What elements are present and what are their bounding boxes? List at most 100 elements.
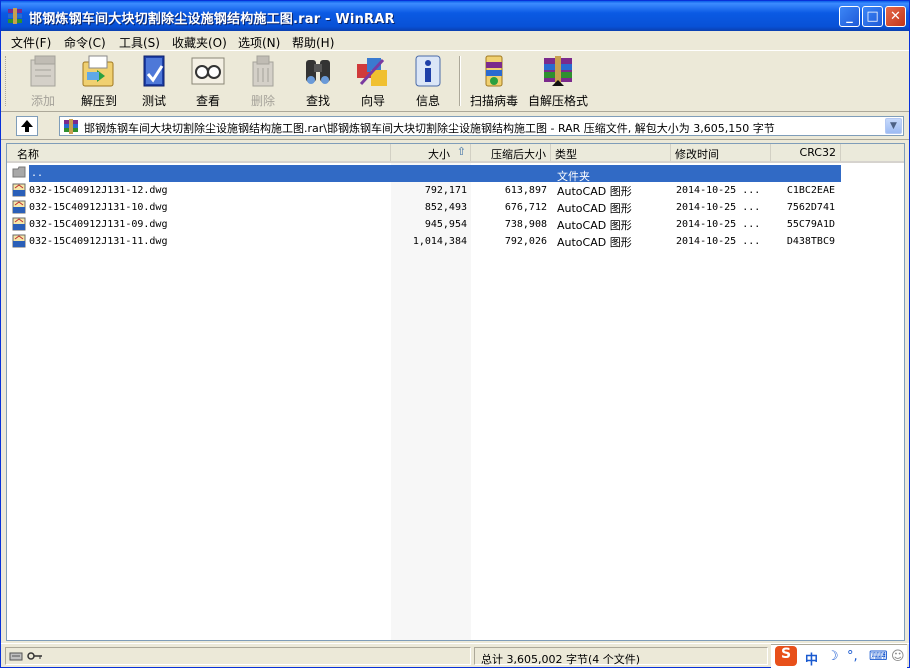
rar-archive-icon — [64, 119, 78, 134]
file-size: 792,171 — [424, 185, 467, 196]
menu-options[interactable]: 选项(N) — [238, 34, 280, 51]
menu-file[interactable]: 文件(F) — [11, 34, 51, 51]
file-size: 1,014,384 — [412, 236, 467, 247]
menu-favorites[interactable]: 收藏夹(O) — [172, 34, 227, 51]
folder-up-icon — [12, 166, 26, 178]
user-icon[interactable]: ☺ — [891, 649, 905, 664]
menu-tools[interactable]: 工具(S) — [119, 34, 160, 51]
delete-icon — [252, 55, 274, 87]
column-packed-label: 压缩后大小 — [491, 148, 546, 161]
moon-icon[interactable]: ☽ — [827, 649, 839, 664]
file-modified: 2014-10-25 ... — [676, 202, 761, 213]
virus-scan-button[interactable]: 扫描病毒 — [464, 54, 524, 110]
file-packed-size: 792,026 — [504, 236, 547, 247]
add-button[interactable]: 添加 — [13, 54, 73, 110]
file-modified: 2014-10-25 ... — [676, 219, 761, 230]
winrar-app-icon[interactable] — [7, 8, 23, 24]
path-text: 邯钢炼钢车间大块切割除尘设施钢结构施工图.rar\邯钢炼钢车间大块切割除尘设施钢… — [84, 122, 775, 135]
ime-chinese-mode[interactable]: 中 — [805, 649, 818, 668]
maximize-button[interactable]: □ — [862, 6, 883, 27]
winrar-window: 邯钢炼钢车间大块切割除尘设施钢结构施工图.rar - WinRAR _ □ ✕ … — [0, 0, 910, 668]
toolbar-grip[interactable] — [5, 56, 8, 106]
key-icon[interactable] — [27, 651, 43, 661]
file-list[interactable]: 名称 大小 ⇧ 压缩后大小 类型 修改时间 CRC32 .. 文件夹 032-1… — [6, 143, 905, 641]
parent-folder-row[interactable]: .. 文件夹 — [29, 165, 841, 183]
chevron-down-icon[interactable]: ▼ — [885, 118, 902, 134]
column-header-size[interactable]: 大小 ⇧ — [391, 144, 471, 161]
minimize-button[interactable]: _ — [839, 6, 860, 27]
column-header-packed[interactable]: 压缩后大小 — [471, 144, 551, 161]
view-label: 查看 — [195, 94, 220, 108]
address-bar: 邯钢炼钢车间大块切割除尘设施钢结构施工图.rar\邯钢炼钢车间大块切割除尘设施钢… — [1, 113, 909, 140]
parent-folder-name: .. — [31, 168, 44, 179]
wizard-button[interactable]: 向导 — [343, 54, 403, 110]
sfx-icon — [544, 56, 572, 86]
path-combobox[interactable]: 邯钢炼钢车间大块切割除尘设施钢结构施工图.rar\邯钢炼钢车间大块切割除尘设施钢… — [59, 116, 904, 136]
status-left-pane — [5, 647, 471, 665]
file-packed-size: 613,897 — [504, 185, 547, 196]
test-button[interactable]: 测试 — [124, 54, 184, 110]
find-button[interactable]: 查找 — [288, 54, 348, 110]
menu-bar: 文件(F) 命令(C) 工具(S) 收藏夹(O) 选项(N) 帮助(H) — [1, 31, 909, 51]
delete-label: 删除 — [250, 94, 275, 108]
keyboard-icon[interactable]: ⌨ — [869, 649, 888, 664]
ime-toolbar: S 中 ☽ °, ⌨ ☺ — [771, 644, 907, 668]
extract-to-button[interactable]: 解压到 — [69, 54, 129, 110]
view-button[interactable]: 查看 — [178, 54, 238, 110]
file-crc: 7562D741 — [786, 202, 835, 213]
file-row[interactable]: 032-15C40912J131-12.dwg 792,171 613,897 Aut… — [7, 182, 841, 199]
file-type: AutoCAD 图形 — [557, 236, 632, 249]
column-size-label: 大小 — [428, 148, 450, 161]
list-header: 名称 大小 ⇧ 压缩后大小 类型 修改时间 CRC32 — [7, 144, 904, 163]
delete-button[interactable]: 删除 — [233, 54, 293, 110]
virus-scan-label: 扫描病毒 — [469, 94, 518, 108]
column-header-modified[interactable]: 修改时间 — [671, 144, 771, 161]
file-crc: 55C79A1D — [786, 219, 835, 230]
view-icon — [191, 57, 225, 85]
extract-to-label: 解压到 — [80, 94, 117, 108]
column-type-label: 类型 — [555, 148, 577, 161]
file-crc: C1BC2EAE — [786, 185, 835, 196]
file-name: 032-15C40912J131-09.dwg — [29, 219, 168, 230]
file-row[interactable]: 032-15C40912J131-11.dwg 1,014,384 792,026 A… — [7, 233, 841, 250]
file-row[interactable]: 032-15C40912J131-09.dwg 945,954 738,908 Aut… — [7, 216, 841, 233]
file-packed-size: 676,712 — [504, 202, 547, 213]
file-row[interactable]: 032-15C40912J131-10.dwg 852,493 676,712 Aut… — [7, 199, 841, 216]
column-name-label: 名称 — [17, 148, 39, 161]
title-bar[interactable]: 邯钢炼钢车间大块切割除尘设施钢结构施工图.rar - WinRAR _ □ ✕ — [1, 1, 909, 31]
menu-help[interactable]: 帮助(H) — [292, 34, 334, 51]
sfx-label: 自解压格式 — [528, 94, 589, 108]
up-folder-button[interactable] — [16, 116, 38, 136]
status-summary: 总计 3,605,002 字节(4 个文件) — [474, 647, 768, 666]
close-button[interactable]: ✕ — [885, 6, 906, 27]
toolbar-separator — [459, 56, 461, 106]
virus-scan-icon — [485, 55, 503, 87]
info-icon — [415, 55, 441, 87]
file-type: AutoCAD 图形 — [557, 185, 632, 198]
sfx-button[interactable]: 自解压格式 — [528, 54, 588, 110]
column-header-crc[interactable]: CRC32 — [771, 144, 841, 161]
sogou-logo-icon[interactable]: S — [775, 646, 797, 666]
add-label: 添加 — [30, 94, 55, 108]
file-size: 852,493 — [424, 202, 467, 213]
sort-arrow-icon: ⇧ — [456, 145, 466, 158]
file-name: 032-15C40912J131-12.dwg — [29, 185, 168, 196]
file-type: AutoCAD 图形 — [557, 219, 632, 232]
drive-icon[interactable] — [9, 650, 23, 662]
find-label: 查找 — [305, 94, 330, 108]
file-packed-size: 738,908 — [504, 219, 547, 230]
file-type: AutoCAD 图形 — [557, 202, 632, 215]
column-crc-label: CRC32 — [799, 146, 836, 159]
punctuation-icon[interactable]: °, — [847, 649, 858, 664]
test-label: 测试 — [141, 94, 166, 108]
column-header-type[interactable]: 类型 — [551, 144, 671, 161]
toolbar: 添加 解压到 测试 查看 删除 查找 向导 信息 扫描病毒 自解压格式 — [1, 52, 909, 112]
column-modified-label: 修改时间 — [675, 148, 719, 161]
menu-commands[interactable]: 命令(C) — [64, 34, 106, 51]
extract-icon — [82, 55, 114, 87]
column-header-name[interactable]: 名称 — [7, 144, 391, 161]
file-modified: 2014-10-25 ... — [676, 185, 761, 196]
find-icon — [306, 60, 330, 84]
file-name: 032-15C40912J131-10.dwg — [29, 202, 168, 213]
info-button[interactable]: 信息 — [398, 54, 458, 110]
